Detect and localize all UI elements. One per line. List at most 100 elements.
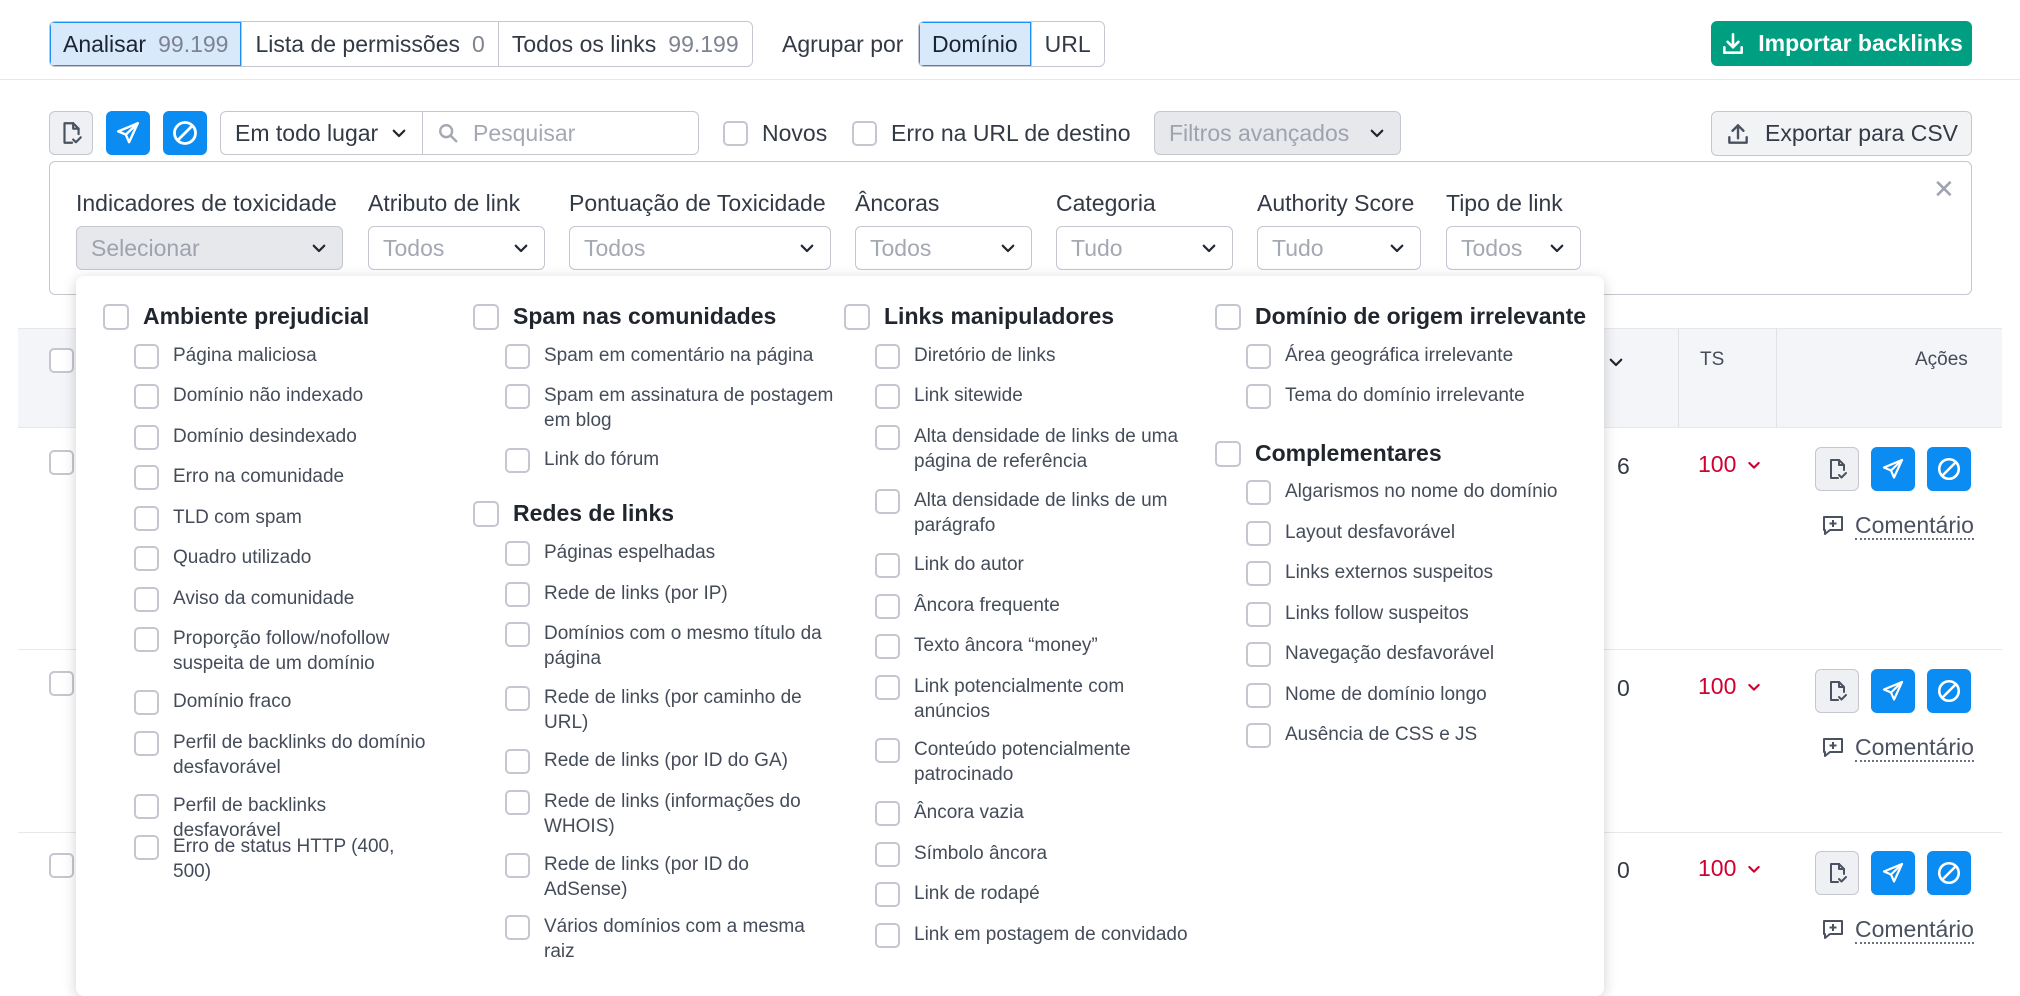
option-checkbox[interactable] (134, 425, 159, 450)
comment-button[interactable]: Comentário (1821, 734, 1974, 762)
option-checkbox[interactable] (134, 587, 159, 612)
toxicity-score-select[interactable]: Todos (569, 226, 831, 270)
toxicity-option[interactable]: Link sitewide (875, 383, 1205, 409)
select-all-checkbox[interactable] (49, 348, 74, 373)
option-checkbox[interactable] (134, 546, 159, 571)
tab-todos-links[interactable]: Todos os links 99.199 (499, 22, 752, 66)
option-checkbox[interactable] (505, 448, 530, 473)
option-checkbox[interactable] (134, 506, 159, 531)
toxicity-option[interactable]: Proporção follow/nofollow suspeita de um… (134, 626, 434, 676)
option-checkbox[interactable] (505, 915, 530, 940)
toxicity-option[interactable]: Domínio desindexado (134, 424, 434, 450)
group-checkbox[interactable] (1215, 440, 1241, 467)
toxicity-option[interactable]: Rede de links (por caminho de URL) (505, 685, 835, 735)
target-error-filter[interactable]: Erro na URL de destino (852, 120, 1131, 147)
toxicity-option[interactable]: Diretório de links (875, 343, 1205, 369)
option-checkbox[interactable] (134, 627, 159, 652)
toxicity-option[interactable]: Alta densidade de links de um parágrafo (875, 488, 1205, 538)
option-checkbox[interactable] (1246, 384, 1271, 409)
toxicity-option[interactable]: Tema do domínio irrelevante (1246, 383, 1576, 409)
group-checkbox[interactable] (1215, 303, 1241, 330)
option-checkbox[interactable] (505, 384, 530, 409)
toxicity-option[interactable]: Ausência de CSS e JS (1246, 722, 1576, 748)
option-checkbox[interactable] (505, 686, 530, 711)
toxicity-option[interactable]: Domínio não indexado (134, 383, 434, 409)
send-button[interactable] (1871, 447, 1915, 491)
option-checkbox[interactable] (1246, 344, 1271, 369)
option-checkbox[interactable] (1246, 683, 1271, 708)
option-checkbox[interactable] (134, 465, 159, 490)
toxicity-option[interactable]: Conteúdo potencialmente patrocinado (875, 737, 1205, 787)
group-checkbox[interactable] (844, 303, 870, 330)
toxicity-group[interactable]: Complementares (1215, 440, 1442, 467)
option-checkbox[interactable] (875, 553, 900, 578)
toxicity-option[interactable]: Rede de links (por IP) (505, 581, 835, 607)
toxicity-option[interactable]: Nome de domínio longo (1246, 682, 1576, 708)
toxicity-option[interactable]: Spam em comentário na página (505, 343, 835, 369)
toxicity-option[interactable]: Navegação desfavorável (1246, 641, 1576, 667)
toxicity-option[interactable]: Domínio fraco (134, 689, 434, 715)
option-checkbox[interactable] (1246, 602, 1271, 627)
toxicity-score[interactable]: 100 (1698, 451, 1762, 478)
option-checkbox[interactable] (875, 489, 900, 514)
toxicity-option[interactable]: Páginas espelhadas (505, 540, 835, 566)
link-attribute-select[interactable]: Todos (368, 226, 545, 270)
option-checkbox[interactable] (875, 675, 900, 700)
option-checkbox[interactable] (505, 582, 530, 607)
toxicity-option[interactable]: Link potencialmente com anúncios (875, 674, 1205, 724)
toxicity-group[interactable]: Redes de links (473, 500, 674, 527)
group-checkbox[interactable] (473, 303, 499, 330)
toxicity-group[interactable]: Spam nas comunidades (473, 303, 776, 330)
group-by-url[interactable]: URL (1032, 22, 1104, 66)
send-button[interactable] (1871, 669, 1915, 713)
disavow-button[interactable] (163, 111, 207, 155)
row-checkbox[interactable] (49, 671, 74, 696)
toxicity-score[interactable]: 100 (1698, 673, 1762, 700)
toxicity-group[interactable]: Links manipuladores (844, 303, 1114, 330)
link-type-select[interactable]: Todos (1446, 226, 1581, 270)
group-checkbox[interactable] (473, 500, 499, 527)
location-select[interactable]: Em todo lugar (220, 111, 423, 155)
toxicity-option[interactable]: Perfil de backlinks do domínio desfavorá… (134, 730, 434, 780)
toxicity-score[interactable]: 100 (1698, 855, 1762, 882)
toxicity-option[interactable]: Símbolo âncora (875, 841, 1205, 867)
toxicity-option[interactable]: Link em postagem de convidado (875, 922, 1205, 948)
toxicity-option[interactable]: Área geográfica irrelevante (1246, 343, 1576, 369)
option-checkbox[interactable] (505, 749, 530, 774)
comment-button[interactable]: Comentário (1821, 512, 1974, 540)
option-checkbox[interactable] (875, 384, 900, 409)
toxicity-option[interactable]: TLD com spam (134, 505, 434, 531)
toxicity-option[interactable]: Aviso da comunidade (134, 586, 434, 612)
target-error-checkbox[interactable] (852, 121, 877, 146)
import-backlinks-button[interactable]: Importar backlinks (1711, 21, 1972, 66)
option-checkbox[interactable] (134, 731, 159, 756)
toxicity-option[interactable]: Link de rodapé (875, 881, 1205, 907)
export-csv-button[interactable]: Exportar para CSV (1711, 111, 1972, 156)
toxicity-group[interactable]: Ambiente prejudicial (103, 303, 369, 330)
ts-column-header[interactable]: TS (1700, 349, 1724, 371)
category-select[interactable]: Tudo (1056, 226, 1233, 270)
option-checkbox[interactable] (875, 594, 900, 619)
new-filter[interactable]: Novos (723, 120, 827, 147)
group-by-domain[interactable]: Domínio (919, 22, 1032, 66)
toxicity-option[interactable]: Âncora vazia (875, 800, 1205, 826)
advanced-filters-button[interactable]: Filtros avançados (1154, 111, 1401, 155)
comment-button[interactable]: Comentário (1821, 916, 1974, 944)
option-checkbox[interactable] (1246, 561, 1271, 586)
option-checkbox[interactable] (875, 801, 900, 826)
report-button[interactable] (1815, 669, 1859, 713)
toxicity-option[interactable]: Spam em assinatura de postagem em blog (505, 383, 835, 433)
option-checkbox[interactable] (505, 853, 530, 878)
option-checkbox[interactable] (875, 738, 900, 763)
toxicity-option[interactable]: Rede de links (por ID do AdSense) (505, 852, 835, 902)
chevron-down-icon[interactable] (1607, 353, 1625, 371)
option-checkbox[interactable] (505, 541, 530, 566)
option-checkbox[interactable] (134, 794, 159, 819)
option-checkbox[interactable] (505, 344, 530, 369)
option-checkbox[interactable] (505, 622, 530, 647)
report-button[interactable] (49, 111, 93, 155)
option-checkbox[interactable] (875, 634, 900, 659)
toxicity-option[interactable]: Layout desfavorável (1246, 520, 1576, 546)
toxicity-option[interactable]: Links follow suspeitos (1246, 601, 1576, 627)
toxicity-option[interactable]: Links externos suspeitos (1246, 560, 1576, 586)
